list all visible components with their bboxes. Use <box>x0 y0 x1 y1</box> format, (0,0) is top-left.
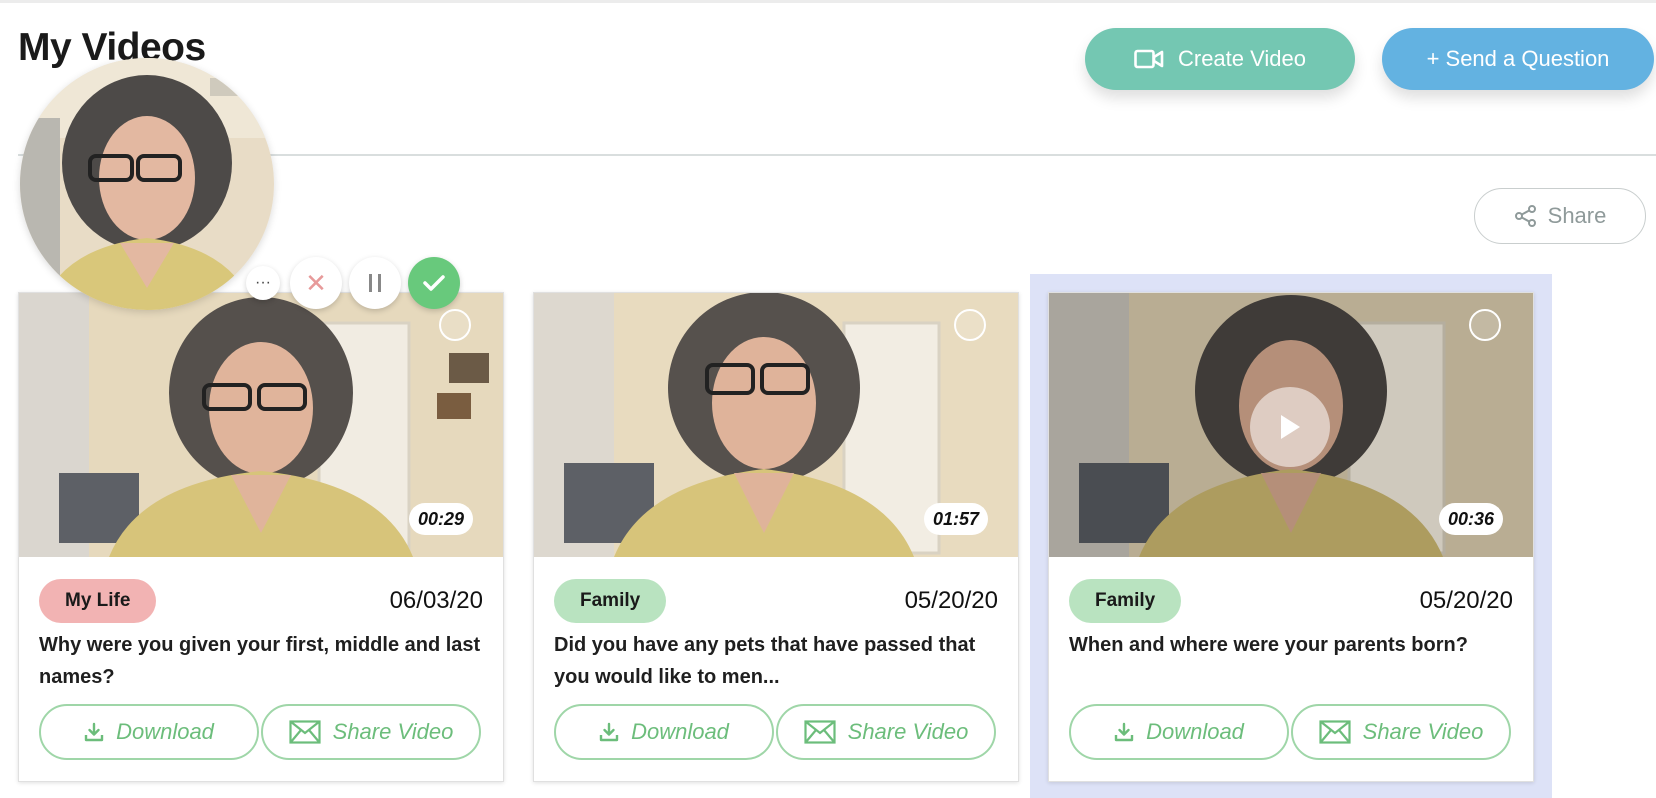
ellipsis-icon: ··· <box>255 274 271 291</box>
category-tag: My Life <box>39 579 157 623</box>
envelope-icon <box>1319 720 1351 744</box>
download-icon <box>84 722 104 742</box>
video-card[interactable]: 00:29 My Life 06/03/20 Why were you give… <box>18 292 504 782</box>
create-video-button[interactable]: Create Video <box>1085 28 1355 90</box>
video-question: When and where were your parents born? <box>1069 634 1468 656</box>
share-video-button[interactable]: Share Video <box>1291 704 1511 760</box>
video-thumbnail[interactable]: 00:36 <box>1049 293 1533 557</box>
select-checkbox[interactable] <box>439 309 471 341</box>
download-button[interactable]: Download <box>39 704 259 760</box>
envelope-icon <box>289 720 321 744</box>
cancel-recording-button[interactable]: ✕ <box>290 257 342 309</box>
video-card[interactable]: 00:36 Family 05/20/20 When and where wer… <box>1048 292 1534 782</box>
video-thumbnail[interactable]: 01:57 <box>534 293 1018 557</box>
video-question: Did you have any pets that have passed t… <box>554 634 976 688</box>
duration-badge: 01:57 <box>923 503 988 535</box>
play-icon <box>1281 415 1300 439</box>
video-card[interactable]: 01:57 Family 05/20/20 Did you have any p… <box>533 292 1019 782</box>
close-icon: ✕ <box>305 267 327 298</box>
share-nodes-icon <box>1514 205 1536 227</box>
share-video-label: Share Video <box>332 719 454 744</box>
category-tag: Family <box>554 579 667 623</box>
video-date: 05/20/20 <box>1419 587 1513 614</box>
download-icon <box>1114 722 1134 742</box>
share-video-button[interactable]: Share Video <box>776 704 996 760</box>
share-label: Share <box>1547 203 1607 228</box>
check-icon <box>423 275 445 291</box>
download-button[interactable]: Download <box>1069 704 1289 760</box>
video-thumbnail[interactable]: 00:29 <box>19 293 503 557</box>
duration-badge: 00:29 <box>408 503 473 535</box>
confirm-recording-button[interactable] <box>408 257 460 309</box>
video-question: Why were you given your first, middle an… <box>39 634 481 688</box>
share-button[interactable]: Share <box>1474 188 1646 244</box>
select-checkbox[interactable] <box>1469 309 1501 341</box>
create-video-label: Create Video <box>1177 46 1306 71</box>
select-checkbox[interactable] <box>954 309 986 341</box>
share-video-label: Share Video <box>1362 719 1484 744</box>
send-question-button[interactable]: + Send a Question <box>1382 28 1654 90</box>
download-button[interactable]: Download <box>554 704 774 760</box>
download-icon <box>599 722 619 742</box>
pause-icon <box>369 274 381 292</box>
webcam-preview <box>20 58 274 310</box>
duration-badge: 00:36 <box>1438 503 1503 535</box>
download-label: Download <box>116 719 214 744</box>
category-tag: Family <box>1069 579 1182 623</box>
more-options-button[interactable]: ··· <box>246 266 280 300</box>
video-date: 05/20/20 <box>904 587 998 614</box>
share-video-button[interactable]: Share Video <box>261 704 481 760</box>
video-date: 06/03/20 <box>389 587 483 614</box>
share-video-label: Share Video <box>847 719 969 744</box>
download-label: Download <box>1146 719 1244 744</box>
top-border <box>0 0 1656 3</box>
download-label: Download <box>631 719 729 744</box>
envelope-icon <box>804 720 836 744</box>
video-camera-icon <box>1134 49 1164 69</box>
pause-recording-button[interactable] <box>349 257 401 309</box>
play-button[interactable] <box>1250 387 1330 467</box>
